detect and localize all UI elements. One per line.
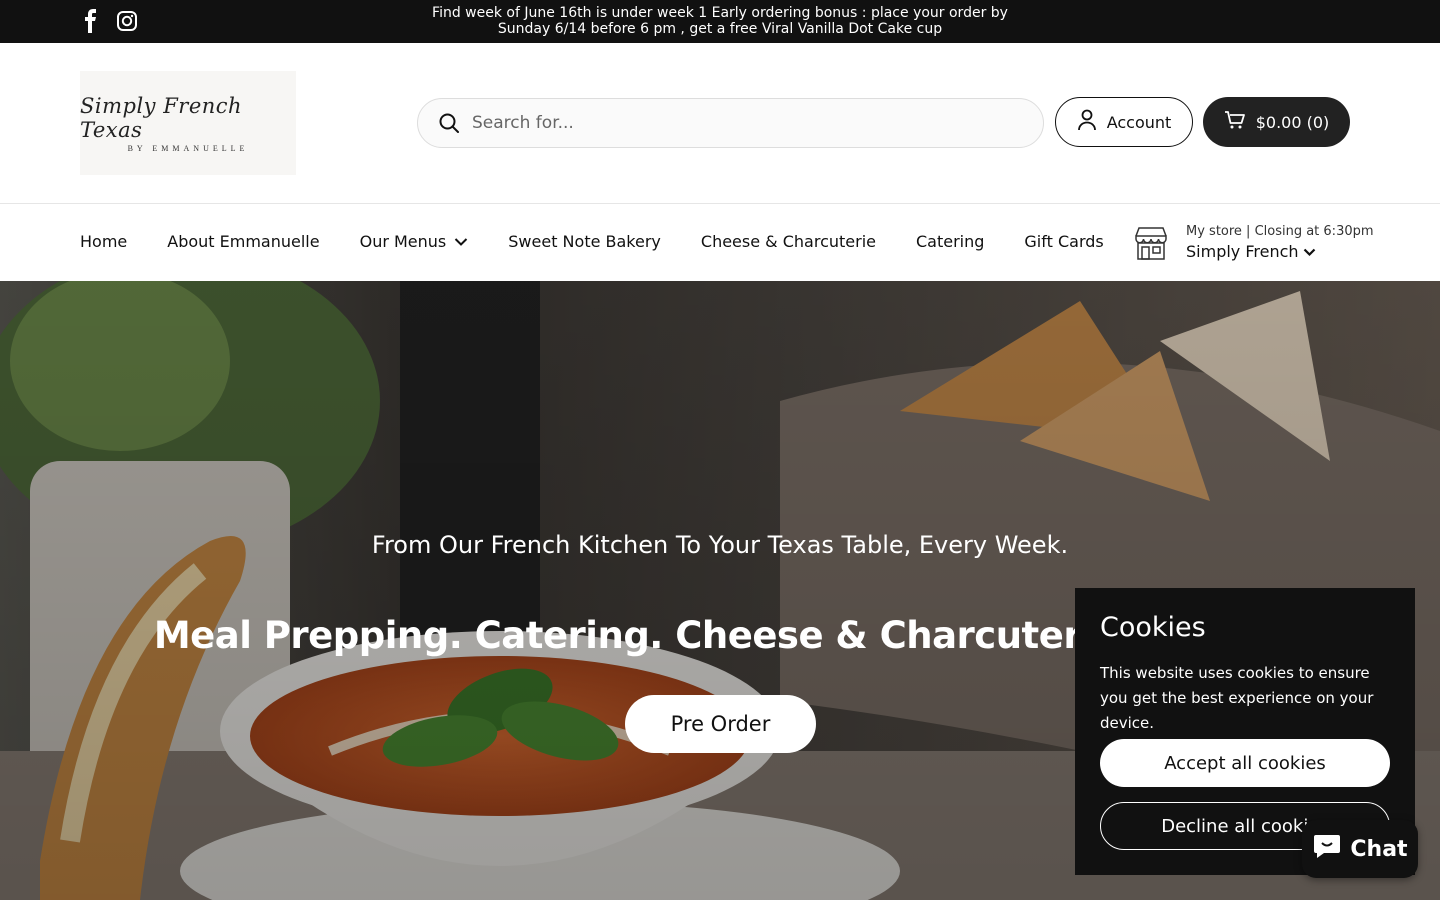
announcement-line-2: Sunday 6/14 before 6 pm , get a free Vir… bbox=[497, 21, 943, 37]
store-selector[interactable]: My store | Closing at 6:30pm Simply Fren… bbox=[1132, 224, 1374, 262]
nav-item-gift-cards[interactable]: Gift Cards bbox=[1024, 232, 1103, 251]
store-icon bbox=[1132, 224, 1170, 262]
cart-label: $0.00 (0) bbox=[1255, 112, 1330, 132]
announcement-line-1: Find week of June 16th is under week 1 E… bbox=[432, 5, 1008, 21]
logo-script: Simply French Texas bbox=[80, 93, 243, 142]
chat-label: Chat bbox=[1350, 836, 1408, 862]
site-logo[interactable]: Simply French Texas BY EMMANUELLE bbox=[80, 71, 296, 175]
accept-cookies-button[interactable]: Accept all cookies bbox=[1100, 739, 1390, 787]
chat-bubble-icon bbox=[1312, 832, 1342, 866]
chevron-down-icon bbox=[1303, 242, 1316, 261]
account-label: Account bbox=[1106, 112, 1172, 132]
cart-icon bbox=[1224, 110, 1246, 134]
search-input[interactable] bbox=[472, 113, 992, 133]
search-icon bbox=[438, 112, 460, 134]
nav-item-about[interactable]: About Emmanuelle bbox=[167, 232, 319, 251]
nav-item-catering[interactable]: Catering bbox=[916, 232, 984, 251]
nav-item-menus[interactable]: Our Menus bbox=[360, 232, 469, 251]
cookie-title: Cookies bbox=[1100, 612, 1206, 643]
nav-item-menus-label: Our Menus bbox=[359, 232, 447, 251]
chevron-down-icon bbox=[454, 232, 468, 251]
announcement-bar: Find week of June 16th is under week 1 E… bbox=[0, 0, 1440, 43]
search-bar[interactable] bbox=[417, 98, 1044, 148]
logo-byline: BY EMMANUELLE bbox=[127, 143, 249, 153]
account-button[interactable]: Account bbox=[1055, 97, 1193, 147]
announcement-text[interactable]: Find week of June 16th is under week 1 E… bbox=[0, 5, 1440, 37]
nav-item-cheese[interactable]: Cheese & Charcuterie bbox=[701, 232, 876, 251]
store-name[interactable]: Simply French bbox=[1186, 242, 1374, 261]
store-name-label: Simply French bbox=[1186, 242, 1299, 261]
user-icon bbox=[1077, 109, 1097, 135]
cookie-text: This website uses cookies to ensure you … bbox=[1100, 664, 1374, 732]
nav-item-home[interactable]: Home bbox=[80, 232, 127, 251]
chat-widget-button[interactable]: Chat bbox=[1302, 820, 1418, 878]
nav-list: Home About Emmanuelle Our Menus Sweet No… bbox=[80, 232, 1104, 251]
cart-button[interactable]: $0.00 (0) bbox=[1203, 97, 1350, 147]
site-header: Simply French Texas BY EMMANUELLE Accoun… bbox=[0, 43, 1440, 203]
main-nav: Home About Emmanuelle Our Menus Sweet No… bbox=[0, 203, 1440, 281]
store-meta: My store | Closing at 6:30pm bbox=[1186, 224, 1374, 239]
store-info: My store | Closing at 6:30pm Simply Fren… bbox=[1186, 224, 1374, 262]
hero-subheading: From Our French Kitchen To Your Texas Ta… bbox=[371, 531, 1069, 559]
pre-order-button[interactable]: Pre Order bbox=[625, 695, 816, 753]
nav-item-bakery[interactable]: Sweet Note Bakery bbox=[508, 232, 661, 251]
